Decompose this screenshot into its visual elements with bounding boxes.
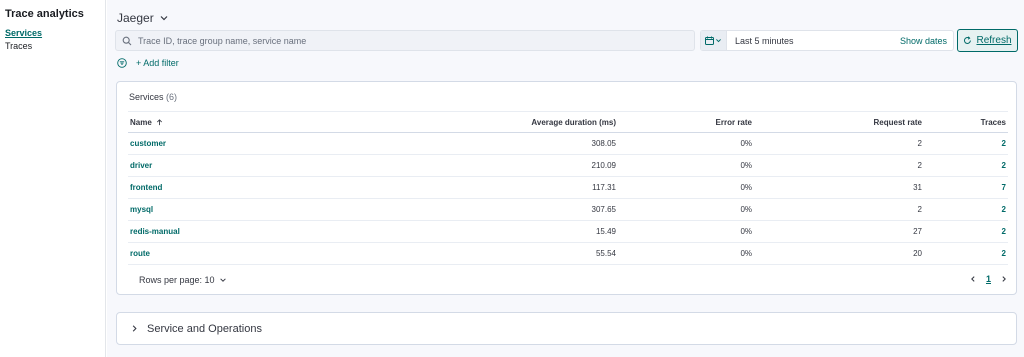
service-name-link[interactable]: route <box>128 242 343 265</box>
avg-duration-cell: 210.09 <box>343 154 618 177</box>
request-rate-cell: 2 <box>754 198 924 221</box>
request-rate-cell: 31 <box>754 176 924 199</box>
services-title-text: Services <box>129 92 164 102</box>
avg-duration-cell: 117.31 <box>343 176 618 199</box>
table-row: frontend 117.31 0% 31 7 <box>128 176 1008 199</box>
pagination: 1 <box>969 274 1008 284</box>
column-header-name[interactable]: Name <box>128 111 343 133</box>
request-rate-cell: 20 <box>754 242 924 265</box>
error-rate-cell: 0% <box>618 220 754 243</box>
request-rate-cell: 2 <box>754 154 924 177</box>
table-row: redis-manual 15.49 0% 27 2 <box>128 220 1008 243</box>
sidebar-item-services[interactable]: Services <box>5 27 100 40</box>
services-table: Name Average duration (ms) Error rate Re… <box>128 111 1008 265</box>
previous-page-button[interactable] <box>969 275 977 283</box>
chevron-right-icon <box>132 325 137 332</box>
services-panel-title: Services (6) <box>129 92 177 102</box>
request-rate-cell: 27 <box>754 220 924 243</box>
table-row: mysql 307.65 0% 2 2 <box>128 198 1008 221</box>
refresh-label: Refresh <box>976 35 1012 46</box>
traces-link[interactable]: 2 <box>924 220 1008 243</box>
chevron-down-icon <box>716 39 721 43</box>
page-number-button[interactable]: 1 <box>986 274 991 284</box>
filter-row: + Add filter <box>117 58 179 68</box>
refresh-icon <box>964 36 972 44</box>
traces-link[interactable]: 2 <box>924 198 1008 221</box>
sort-up-arrow-icon <box>157 118 163 125</box>
column-header-traces[interactable]: Traces <box>924 111 1008 133</box>
show-dates-link[interactable]: Show dates <box>900 36 947 46</box>
rows-per-page-label: Rows per page: 10 <box>139 275 215 285</box>
chevron-left-icon <box>971 276 975 282</box>
error-rate-cell: 0% <box>618 132 754 155</box>
date-picker: Last 5 minutes Show dates <box>700 30 954 51</box>
filter-icon[interactable] <box>117 58 127 68</box>
request-rate-cell: 2 <box>754 132 924 155</box>
search-bar <box>115 30 695 51</box>
table-row: driver 210.09 0% 2 2 <box>128 154 1008 177</box>
column-header-request-rate[interactable]: Request rate <box>754 111 924 133</box>
avg-duration-cell: 308.05 <box>343 132 618 155</box>
table-row: route 55.54 0% 20 2 <box>128 242 1008 265</box>
accordion-title: Service and Operations <box>147 322 262 335</box>
services-panel: Services (6) Name Average duration (ms) … <box>116 81 1017 295</box>
add-filter-button[interactable]: + Add filter <box>136 58 179 68</box>
main-content: Jaeger Last 5 minutes Show dates Refresh… <box>107 0 1024 357</box>
chevron-down-icon <box>160 16 168 21</box>
error-rate-cell: 0% <box>618 176 754 199</box>
column-header-error-rate[interactable]: Error rate <box>618 111 754 133</box>
avg-duration-cell: 55.54 <box>343 242 618 265</box>
column-header-name-label: Name <box>130 117 152 127</box>
calendar-icon <box>705 36 714 45</box>
search-input[interactable] <box>138 35 658 46</box>
search-icon <box>122 36 132 45</box>
traces-link[interactable]: 2 <box>924 132 1008 155</box>
error-rate-cell: 0% <box>618 154 754 177</box>
service-name-link[interactable]: frontend <box>128 176 343 199</box>
service-name-link[interactable]: mysql <box>128 198 343 221</box>
table-header-row: Name Average duration (ms) Error rate Re… <box>128 111 1008 133</box>
service-name-link[interactable]: customer <box>128 132 343 155</box>
sidebar-item-traces[interactable]: Traces <box>5 40 100 53</box>
error-rate-cell: 0% <box>618 198 754 221</box>
date-range-text[interactable]: Last 5 minutes <box>735 36 900 46</box>
error-rate-cell: 0% <box>618 242 754 265</box>
service-name-link[interactable]: redis-manual <box>128 220 343 243</box>
avg-duration-cell: 15.49 <box>343 220 618 243</box>
services-count: (6) <box>166 92 178 102</box>
traces-link[interactable]: 2 <box>924 154 1008 177</box>
rows-per-page-selector[interactable]: Rows per page: 10 <box>139 275 227 285</box>
refresh-button[interactable]: Refresh <box>957 29 1018 52</box>
sidebar-title: Trace analytics <box>5 8 84 20</box>
avg-duration-cell: 307.65 <box>343 198 618 221</box>
quick-select-button[interactable] <box>701 31 727 50</box>
data-source-selector[interactable]: Jaeger <box>117 11 169 25</box>
next-page-button[interactable] <box>1000 275 1008 283</box>
service-name-link[interactable]: driver <box>128 154 343 177</box>
column-header-avg-duration[interactable]: Average duration (ms) <box>343 111 618 133</box>
service-operations-accordion[interactable]: Service and Operations <box>116 312 1017 345</box>
chevron-down-icon <box>219 278 226 282</box>
traces-link[interactable]: 7 <box>924 176 1008 199</box>
chevron-right-icon <box>1002 276 1006 282</box>
data-source-label: Jaeger <box>117 11 154 25</box>
sidebar: Trace analytics Services Traces <box>0 0 106 357</box>
table-row: customer 308.05 0% 2 2 <box>128 132 1008 155</box>
traces-link[interactable]: 2 <box>924 242 1008 265</box>
